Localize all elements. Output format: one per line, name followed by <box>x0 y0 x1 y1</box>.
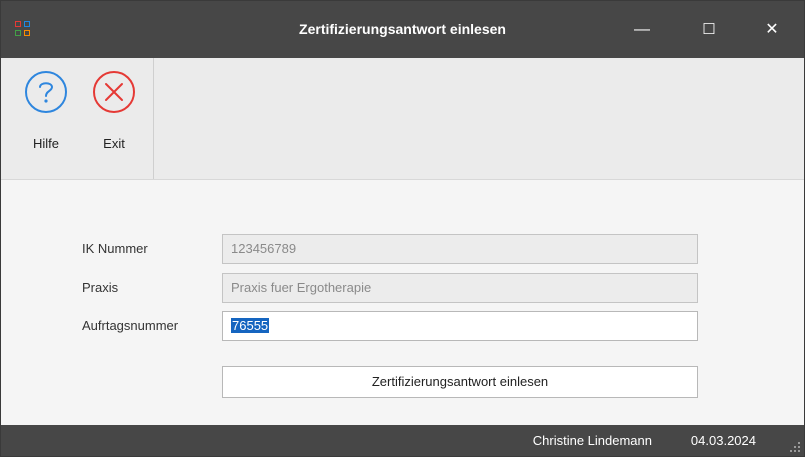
praxis-row: Praxis Praxis fuer Ergotherapie <box>1 273 804 303</box>
praxis-field[interactable]: Praxis fuer Ergotherapie <box>222 273 698 303</box>
exit-button[interactable]: Exit <box>86 70 142 170</box>
close-circle-icon <box>93 71 135 113</box>
auftragsnummer-input[interactable]: 76555 <box>222 311 698 341</box>
auftrag-label: Aufrtagsnummer <box>82 318 179 333</box>
auftrag-row: Aufrtagsnummer 76555 <box>1 311 804 341</box>
status-bar: Christine Lindemann 04.03.2024 <box>1 425 804 456</box>
help-button[interactable]: Hilfe <box>18 70 74 170</box>
status-user: Christine Lindemann <box>532 433 652 448</box>
ribbon-toolbar: Hilfe Exit <box>1 58 804 180</box>
help-label: Hilfe <box>32 136 59 151</box>
ik-row: IK Nummer 123456789 <box>1 234 804 264</box>
window-title: Zertifizierungsantwort einlesen <box>299 21 506 37</box>
praxis-label: Praxis <box>82 280 119 295</box>
minimize-button[interactable]: — <box>619 1 665 58</box>
application-window: Zertifizierungsantwort einlesen — ☐ ✕ Hi… <box>0 0 805 457</box>
form-panel: IK Nummer 123456789 Praxis Praxis fuer E… <box>1 180 804 425</box>
close-button[interactable]: ✕ <box>749 1 795 58</box>
resize-grip-icon[interactable] <box>790 442 800 452</box>
exit-label: Exit <box>103 136 125 151</box>
read-certification-response-button[interactable]: Zertifizierungsantwort einlesen <box>222 366 698 398</box>
ribbon-group: Hilfe Exit <box>1 58 154 179</box>
title-bar[interactable]: Zertifizierungsantwort einlesen — ☐ ✕ <box>1 1 804 58</box>
maximize-button[interactable]: ☐ <box>686 1 732 58</box>
status-date: 04.03.2024 <box>690 433 756 448</box>
ik-label: IK Nummer <box>82 241 148 256</box>
ik-number-field[interactable]: 123456789 <box>222 234 698 264</box>
help-circle-icon <box>25 71 67 113</box>
selected-text: 76555 <box>231 318 270 333</box>
